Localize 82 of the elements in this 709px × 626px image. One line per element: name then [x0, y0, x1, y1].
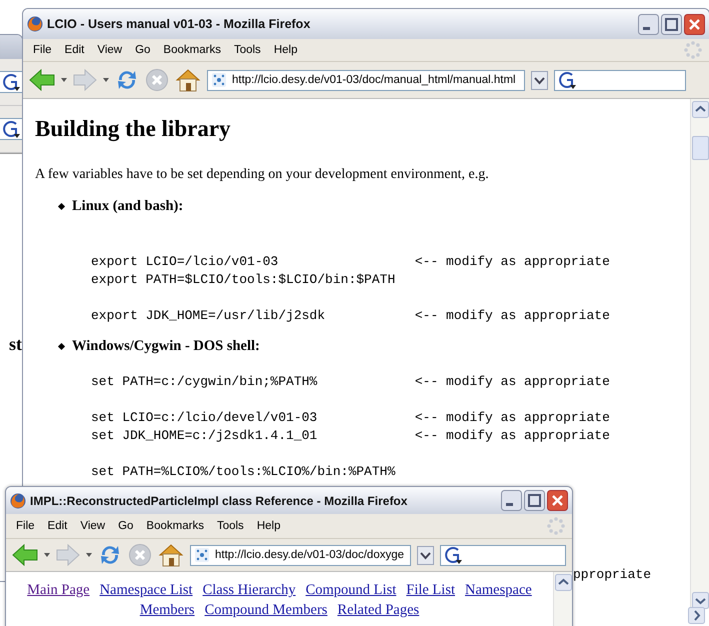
caret-icon[interactable] — [86, 553, 92, 557]
menu-item[interactable]: View — [80, 520, 106, 532]
nav-link[interactable]: Namespace — [465, 580, 532, 600]
page-heading: Building the library — [35, 115, 232, 144]
code-line: export LCIO=/lcio/v01-03 — [91, 254, 280, 268]
nav-link[interactable]: Members — [140, 600, 195, 620]
throbber-icon — [546, 516, 566, 536]
nav-link[interactable]: File List — [406, 580, 455, 600]
code-comment: <-- modify as appropriate — [414, 410, 610, 424]
menu-item[interactable]: Bookmarks — [163, 44, 221, 56]
address-text: http://lcio.desy.de/v01-03/doc/manual_html/manual.html — [232, 74, 516, 86]
code-line: set PATH=c:/cygwin/bin;%PATH% — [91, 374, 318, 388]
search-engine-icon[interactable] — [444, 546, 462, 564]
caret-icon[interactable] — [61, 78, 67, 82]
search-field[interactable] — [440, 544, 566, 566]
caret-icon[interactable] — [103, 78, 109, 82]
menu-item[interactable]: Go — [135, 44, 150, 56]
nav-link[interactable]: Namespace List — [100, 580, 193, 600]
list-item: Windows/Cygwin - DOS shell: — [72, 338, 260, 354]
close-button[interactable] — [684, 14, 705, 34]
code-line: set JDK_HOME=c:/j2sdk1.4.1_01 — [91, 428, 318, 442]
nav-link[interactable]: Compound List — [306, 580, 396, 600]
minimize-button[interactable] — [501, 490, 522, 511]
paragraph: A few variables have to be set depending on your development environment, e.g. — [35, 166, 490, 184]
text-fragment: st — [9, 334, 22, 355]
code-comment: <-- modify as appropriate — [414, 428, 610, 442]
close-button[interactable] — [547, 490, 568, 511]
code-comment: <-- modify as appropriate — [414, 308, 610, 322]
scrollbar[interactable] — [553, 572, 572, 626]
back-button[interactable] — [12, 544, 38, 566]
menu-item[interactable]: Help — [274, 44, 298, 56]
scroll-up-button[interactable] — [692, 101, 708, 118]
dropdown-button[interactable] — [531, 70, 548, 90]
code-line: export JDK_HOME=/usr/lib/j2sdk — [91, 308, 326, 322]
code-line: set PATH=%LCIO%/tools:%LCIO%/bin:%PATH% — [91, 464, 396, 478]
maximize-button[interactable] — [524, 490, 545, 511]
menu-item[interactable]: Go — [118, 520, 134, 532]
list-item: Linux (and bash): — [72, 198, 184, 214]
throbber-icon — [683, 40, 703, 60]
code-line: export PATH=$LCIO/tools:$LCIO/bin:$PATH — [91, 272, 396, 286]
scroll-up-button[interactable] — [554, 574, 572, 591]
bullet-icon — [58, 342, 66, 350]
maximize-button[interactable] — [661, 14, 682, 34]
scrollbar[interactable] — [690, 99, 709, 609]
window-title: IMPL::ReconstructedParticleImpl class Reference - Mozilla Firefox — [30, 494, 408, 508]
home-button[interactable] — [158, 543, 184, 567]
menu-item[interactable]: Tools — [216, 520, 244, 532]
code-comment: <-- modify as appropriate — [414, 374, 610, 388]
scroll-right-button[interactable] — [688, 607, 705, 624]
menu-item[interactable]: File — [16, 520, 35, 532]
menu-item[interactable]: File — [33, 44, 52, 56]
nav-link[interactable]: Compound Members — [204, 600, 328, 620]
nav-link[interactable]: Class Hierarchy — [202, 580, 296, 600]
back-button[interactable] — [29, 69, 55, 91]
code-line: set LCIO=c:/lcio/devel/v01-03 — [91, 410, 318, 424]
menu-item[interactable]: Edit — [48, 520, 68, 532]
window-title: LCIO - Users manual v01-03 - Mozilla Firefox — [47, 17, 312, 31]
code-comment: <-- modify as appropriate — [414, 254, 610, 268]
menu-item[interactable]: Bookmarks — [146, 520, 204, 532]
menu-item[interactable]: View — [97, 44, 122, 56]
firefox-logo-icon — [10, 492, 26, 508]
search-engine-icon[interactable] — [558, 71, 576, 89]
site-icon — [212, 73, 226, 87]
menu-item[interactable]: Edit — [64, 44, 84, 56]
nav-link[interactable]: Related Pages — [337, 600, 420, 620]
address-text: http://lcio.desy.de/v01-03/doc/doxyge — [215, 549, 404, 561]
scroll-down-button[interactable] — [692, 592, 708, 609]
nav-link[interactable]: Main Page — [27, 580, 90, 600]
address-field[interactable]: http://lcio.desy.de/v01-03/doc/doxyge — [190, 544, 412, 566]
caret-icon[interactable] — [44, 553, 50, 557]
minimize-button[interactable] — [638, 14, 659, 34]
site-icon — [195, 548, 209, 562]
menu-item[interactable]: Tools — [234, 44, 261, 56]
dropdown-button[interactable] — [417, 546, 434, 564]
bullet-icon — [58, 202, 66, 210]
scroll-thumb[interactable] — [692, 136, 708, 160]
search-field[interactable] — [554, 70, 686, 90]
home-button[interactable] — [175, 68, 201, 92]
menu-item[interactable]: Help — [256, 520, 280, 532]
code-comment: ppropriate — [573, 567, 652, 582]
address-field[interactable]: http://lcio.desy.de/v01-03/doc/manual_html/manual.html — [207, 70, 525, 90]
firefox-logo-icon — [27, 16, 43, 32]
